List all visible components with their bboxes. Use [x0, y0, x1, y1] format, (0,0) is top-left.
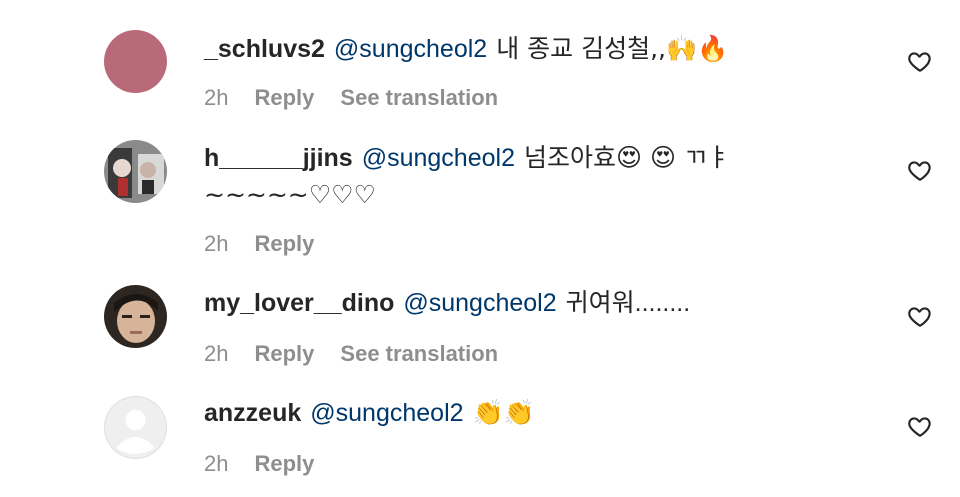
comment-meta: 2h Reply [204, 451, 340, 477]
comment-item: anzzeuk @sungcheol2 👏👏 2h Reply [0, 0, 960, 497]
comment-mention[interactable]: @sungcheol2 [310, 399, 463, 427]
comment-body: 👏👏 [472, 398, 535, 427]
reply-button[interactable]: Reply [254, 451, 314, 476]
comment-text-line: anzzeuk @sungcheol2 👏👏 [204, 398, 535, 428]
comment-time[interactable]: 2h [204, 451, 228, 476]
like-heart-icon[interactable] [907, 413, 933, 439]
default-avatar-icon [104, 396, 167, 459]
comment-username[interactable]: anzzeuk [204, 399, 301, 427]
avatar[interactable] [104, 396, 167, 459]
